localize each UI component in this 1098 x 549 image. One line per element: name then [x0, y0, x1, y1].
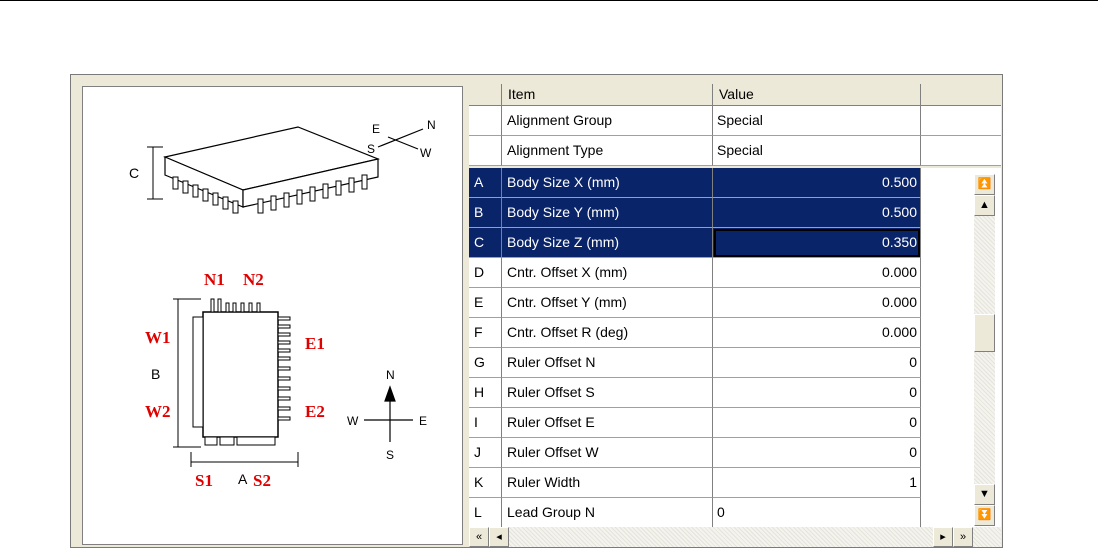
fixed-row-alignment-group[interactable]: Alignment Group Special [469, 106, 1001, 136]
dim-b-label: B [151, 366, 160, 382]
compass-3d-icon [377, 128, 424, 150]
row-key: E [469, 288, 502, 318]
lead-w2-label: W2 [145, 402, 171, 421]
row-item: Lead Group N [502, 498, 713, 527]
row-key: I [469, 408, 502, 438]
row-item: Ruler Offset S [502, 378, 713, 408]
row-value[interactable]: 0.000 [713, 318, 921, 348]
property-grid[interactable]: Item Value Alignment Group Special Align… [469, 84, 1001, 547]
down-arrow-icon: ▼ [979, 488, 990, 500]
compass-s-label: S [367, 142, 375, 156]
row-item: Cntr. Offset X (mm) [502, 258, 713, 288]
package-diagram: C E N S W B A N1 N2 W1 W2 E1 E2 S1 S2 N … [129, 118, 436, 490]
row-item: Alignment Group [502, 106, 713, 136]
compass-bottom-s-label: S [386, 448, 394, 462]
row-item: Body Size Y (mm) [502, 198, 713, 228]
dim-a-label: A [238, 471, 248, 487]
row-value[interactable]: 0.500 [713, 168, 921, 198]
row-key: G [469, 348, 502, 378]
double-down-arrow-icon: ⏬ [977, 509, 992, 521]
dim-c-label: C [129, 165, 139, 181]
row-value[interactable]: 0 [713, 378, 921, 408]
row-key [469, 136, 502, 166]
row-item: Ruler Offset E [502, 408, 713, 438]
compass-bottom-w-label: W [347, 414, 359, 428]
row-value[interactable]: 0.500 [713, 198, 921, 228]
lead-e1-label: E1 [305, 334, 325, 353]
grid-header-spacer [921, 84, 1001, 106]
row-item: Body Size Z (mm) [502, 228, 713, 258]
double-up-arrow-icon: ⏫ [977, 178, 992, 190]
scroll-right-end-button[interactable]: » [953, 527, 973, 547]
vertical-scrollbar[interactable]: ⏫ ▲ ▼ ⏬ [974, 174, 995, 526]
lead-w1-label: W1 [145, 328, 171, 347]
grid-header-item[interactable]: Item [502, 84, 713, 106]
lead-n1-label: N1 [204, 270, 225, 289]
compass-bottom-n-label: N [386, 368, 395, 382]
row-key: H [469, 378, 502, 408]
row-value[interactable]: 0 [713, 438, 921, 468]
row-spacer [921, 106, 1001, 136]
horizontal-scrollbar[interactable]: « ◂ ▸ » [469, 527, 1001, 547]
row-key: L [469, 498, 502, 527]
row-key: B [469, 198, 502, 228]
compass-bottom-e-label: E [419, 414, 427, 428]
row-item: Ruler Offset W [502, 438, 713, 468]
grid-header-value[interactable]: Value [713, 84, 921, 106]
row-item: Alignment Type [502, 136, 713, 166]
grid-scroll-area[interactable]: A Body Size X (mm) 0.500 B Body Size Y (… [469, 168, 1001, 527]
top-divider [0, 0, 1098, 1]
row-key: D [469, 258, 502, 288]
row-value-focused[interactable]: 0.350 [713, 228, 921, 258]
lead-s2-label: S2 [253, 471, 271, 490]
scroll-down-button[interactable]: ▼ [974, 484, 995, 505]
scroll-bottom-button[interactable]: ⏬ [974, 505, 995, 526]
compass-e-label: E [372, 122, 380, 136]
lead-e2-label: E2 [305, 402, 325, 421]
compass-n-label: N [427, 118, 436, 132]
scroll-right-button[interactable]: ▸ [933, 527, 953, 547]
scroll-left-end-button[interactable]: « [469, 527, 489, 547]
package-diagram-panel: C E N S W B A N1 N2 W1 W2 E1 E2 S1 S2 N … [82, 86, 463, 545]
row-value[interactable]: Special [713, 106, 921, 136]
left-arrow-icon: ◂ [496, 531, 502, 543]
row-item: Ruler Offset N [502, 348, 713, 378]
vertical-scroll-thumb[interactable] [974, 314, 995, 352]
lead-s1-label: S1 [195, 471, 213, 490]
scroll-left-button[interactable]: ◂ [489, 527, 509, 547]
row-spacer [921, 136, 1001, 166]
row-item: Body Size X (mm) [502, 168, 713, 198]
up-arrow-icon: ▲ [979, 199, 990, 211]
row-item: Cntr. Offset Y (mm) [502, 288, 713, 318]
row-item: Cntr. Offset R (deg) [502, 318, 713, 348]
row-key: F [469, 318, 502, 348]
compass-w-label: W [420, 146, 432, 160]
package-top-view: B A [151, 298, 299, 487]
right-arrow-icon: ▸ [940, 531, 946, 543]
row-key: A [469, 168, 502, 198]
row-key: K [469, 468, 502, 498]
double-right-arrow-icon: » [959, 531, 967, 543]
row-value[interactable]: 1 [713, 468, 921, 498]
row-key [469, 106, 502, 136]
lead-n2-label: N2 [243, 270, 264, 289]
scroll-top-button[interactable]: ⏫ [974, 174, 995, 195]
row-key: C [469, 228, 502, 258]
grid-header-key [469, 84, 502, 106]
double-left-arrow-icon: « [475, 531, 483, 543]
package-3d-view: C [129, 126, 381, 214]
row-value[interactable]: 0 [713, 348, 921, 378]
row-key: J [469, 438, 502, 468]
row-value[interactable]: 0.000 [713, 288, 921, 318]
row-value[interactable]: Special [713, 136, 921, 166]
row-item: Ruler Width [502, 468, 713, 498]
row-value[interactable]: 0 [713, 408, 921, 438]
fixed-row-alignment-type[interactable]: Alignment Type Special [469, 136, 1001, 166]
row-value[interactable]: 0.000 [713, 258, 921, 288]
row-value[interactable]: 0 [713, 498, 921, 527]
scroll-up-button[interactable]: ▲ [974, 195, 995, 216]
compass-icon [364, 385, 413, 442]
